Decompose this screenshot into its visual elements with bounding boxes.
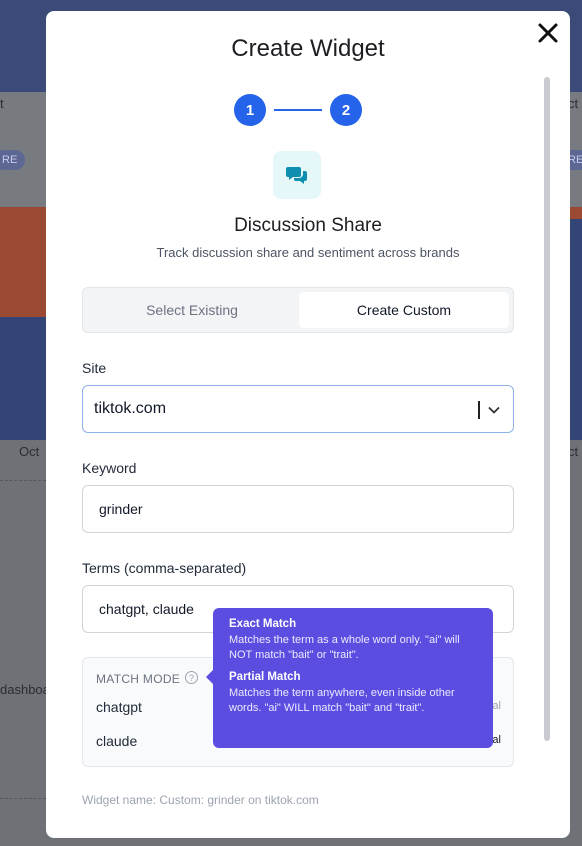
- tooltip-partial-text: Matches the term anywhere, even inside o…: [229, 687, 455, 714]
- help-icon[interactable]: ?: [185, 671, 198, 684]
- keyword-value: grinder: [99, 501, 143, 517]
- mode-tabs: Select Existing Create Custom: [82, 287, 514, 333]
- chat-bubbles-icon: [286, 167, 307, 184]
- bg-label: t: [0, 96, 4, 111]
- modal-title: Create Widget: [231, 35, 385, 62]
- term-row-label: chatgpt: [96, 699, 142, 715]
- widget-type-description: Track discussion share and sentiment acr…: [156, 245, 460, 260]
- widget-type-name: Discussion Share: [234, 215, 382, 236]
- term-row-label: claude: [96, 733, 138, 749]
- create-widget-modal: Create Widget 1 2 Discussion Share Track…: [46, 11, 570, 838]
- match-mode-title: MATCH MODE: [96, 672, 181, 686]
- tab-create-custom[interactable]: Create Custom: [299, 292, 509, 328]
- bg-badge: RE: [0, 150, 26, 170]
- site-value: tiktok.com: [94, 400, 167, 417]
- match-mode-tooltip: Exact Match Matches the term as a whole …: [206, 608, 493, 748]
- bg-axis-label: Oct: [19, 444, 40, 459]
- site-label: Site: [82, 360, 107, 376]
- scrollbar[interactable]: [544, 77, 550, 741]
- keyword-input[interactable]: grinder: [82, 485, 514, 533]
- terms-value: chatgpt, claude: [99, 601, 194, 617]
- widget-name-preview: Widget name: Custom: grinder on tiktok.c…: [82, 793, 319, 807]
- bg-text: dashboa: [0, 682, 50, 697]
- tooltip-exact-text: Matches the term as a whole word only. "…: [229, 634, 460, 661]
- stepper: 1 2: [234, 94, 362, 126]
- tab-select-existing[interactable]: Select Existing: [87, 292, 297, 328]
- tooltip-exact-title: Exact Match: [229, 618, 297, 630]
- chevron-down-icon[interactable]: [487, 403, 501, 417]
- site-select[interactable]: tiktok.com: [82, 385, 514, 433]
- bg-divider: [0, 798, 46, 799]
- widget-type-icon-tile: [273, 151, 321, 199]
- terms-label: Terms (comma-separated): [82, 560, 247, 576]
- step-connector: [274, 109, 322, 111]
- bg-divider: [0, 480, 46, 481]
- keyword-label: Keyword: [82, 460, 137, 476]
- text-cursor: [478, 401, 480, 419]
- tooltip-partial-title: Partial Match: [229, 671, 301, 683]
- step-1[interactable]: 1: [234, 94, 266, 126]
- step-2[interactable]: 2: [330, 94, 362, 126]
